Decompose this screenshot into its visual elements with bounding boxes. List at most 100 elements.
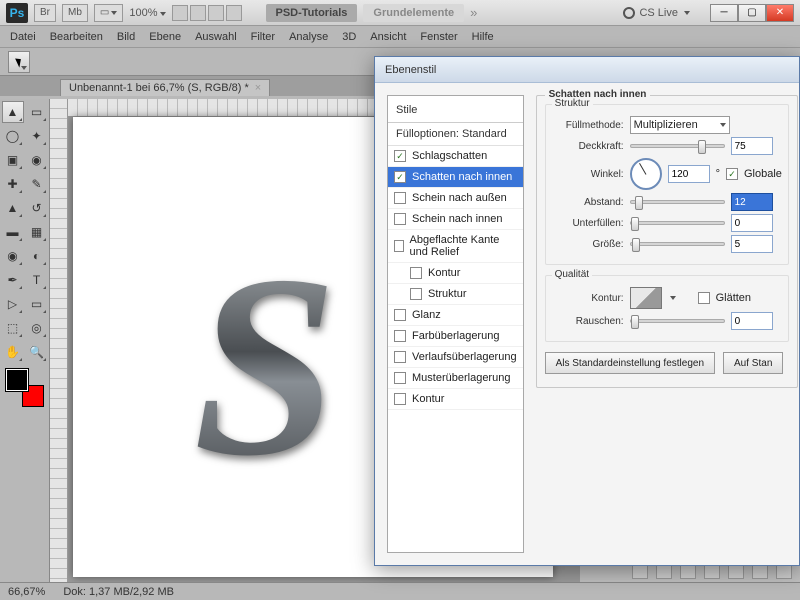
angle-input[interactable] [668, 165, 710, 183]
blendmode-combo[interactable]: Multiplizieren [630, 116, 730, 134]
gradient-tool[interactable]: ▦ [26, 221, 48, 243]
close-tab-icon[interactable]: × [255, 82, 261, 94]
style-checkbox[interactable] [394, 330, 406, 342]
style-checkbox[interactable]: ✓ [394, 150, 406, 162]
contour-picker[interactable] [630, 287, 662, 309]
dialog-titlebar[interactable]: Ebenenstil [375, 57, 799, 83]
zoom-tool[interactable]: 🔍 [26, 341, 48, 363]
distance-slider[interactable] [630, 200, 725, 204]
style-row[interactable]: Farbüberlagerung [388, 326, 523, 347]
choke-slider[interactable] [630, 221, 725, 225]
style-checkbox[interactable] [394, 309, 406, 321]
global-light-checkbox[interactable]: ✓ [726, 168, 738, 180]
choke-input[interactable] [731, 214, 773, 232]
eraser-tool[interactable]: ▬ [2, 221, 24, 243]
type-tool[interactable]: T [26, 269, 48, 291]
3d-cam-tool[interactable]: ◎ [26, 317, 48, 339]
maximize-button[interactable]: ▢ [738, 4, 766, 22]
menu-hilfe[interactable]: Hilfe [472, 31, 494, 43]
rotate-view-icon[interactable] [208, 5, 224, 21]
status-zoom[interactable]: 66,67% [8, 586, 45, 598]
foreground-color-swatch[interactable] [6, 369, 28, 391]
style-checkbox[interactable] [394, 240, 404, 252]
zoom-tool-icon[interactable] [190, 5, 206, 21]
menu-3d[interactable]: 3D [342, 31, 356, 43]
arrange-button[interactable]: ▭ [94, 4, 123, 22]
style-row[interactable]: Musterüberlagerung [388, 368, 523, 389]
hand-tool[interactable]: ✋ [2, 341, 24, 363]
adjustment-icon[interactable] [704, 565, 720, 579]
mask-icon[interactable] [680, 565, 696, 579]
folder-icon[interactable] [728, 565, 744, 579]
marquee-tool[interactable]: ▭ [26, 101, 48, 123]
style-row[interactable]: ✓Schatten nach innen [388, 167, 523, 188]
style-row[interactable]: Struktur [388, 284, 523, 305]
more-workspaces-icon[interactable]: » [470, 5, 477, 20]
menu-datei[interactable]: Datei [10, 31, 36, 43]
move-tool[interactable]: ▲ [2, 101, 24, 123]
set-default-button[interactable]: Als Standardeinstellung festlegen [545, 352, 715, 374]
style-checkbox[interactable] [394, 192, 406, 204]
crop-tool[interactable]: ▣ [2, 149, 24, 171]
menu-fenster[interactable]: Fenster [420, 31, 457, 43]
fx-icon[interactable] [656, 565, 672, 579]
blur-tool[interactable]: ◉ [2, 245, 24, 267]
status-doc-size[interactable]: Dok: 1,37 MB/2,92 MB [63, 586, 174, 598]
zoom-combo[interactable]: 100% [129, 7, 165, 19]
antialias-checkbox[interactable] [698, 292, 710, 304]
wand-tool[interactable]: ✦ [26, 125, 48, 147]
style-checkbox[interactable] [394, 393, 406, 405]
3d-tool[interactable]: ⬚ [2, 317, 24, 339]
fill-options-row[interactable]: Fülloptionen: Standard [388, 123, 523, 146]
new-layer-icon[interactable] [752, 565, 768, 579]
style-checkbox[interactable] [410, 267, 422, 279]
screen-mode-icon[interactable] [226, 5, 242, 21]
current-tool-icon[interactable] [8, 51, 30, 73]
history-brush-tool[interactable]: ↺ [26, 197, 48, 219]
bridge-button[interactable]: Br [34, 4, 56, 22]
style-row[interactable]: ✓Schlagschatten [388, 146, 523, 167]
brush-tool[interactable]: ✎ [26, 173, 48, 195]
heal-tool[interactable]: ✚ [2, 173, 24, 195]
style-checkbox[interactable]: ✓ [394, 171, 406, 183]
noise-slider[interactable] [630, 319, 725, 323]
style-row[interactable]: Glanz [388, 305, 523, 326]
minibridge-button[interactable]: Mb [62, 4, 88, 22]
trash-icon[interactable] [776, 565, 792, 579]
lasso-tool[interactable]: ◯ [2, 125, 24, 147]
path-select-tool[interactable]: ▷ [2, 293, 24, 315]
style-checkbox[interactable] [410, 288, 422, 300]
pen-tool[interactable]: ✒ [2, 269, 24, 291]
workspace-tab-psd[interactable]: PSD-Tutorials [266, 4, 358, 22]
stamp-tool[interactable]: ▲ [2, 197, 24, 219]
color-swatches[interactable] [6, 369, 44, 407]
workspace-tab-grund[interactable]: Grundelemente [363, 4, 464, 22]
reset-default-button[interactable]: Auf Stan [723, 352, 783, 374]
style-row[interactable]: Schein nach innen [388, 209, 523, 230]
style-row[interactable]: Schein nach außen [388, 188, 523, 209]
style-checkbox[interactable] [394, 351, 406, 363]
close-button[interactable]: ✕ [766, 4, 794, 22]
size-slider[interactable] [630, 242, 725, 246]
chevron-down-icon[interactable] [670, 296, 676, 300]
styles-header[interactable]: Stile [388, 96, 523, 123]
eyedropper-tool[interactable]: ◉ [26, 149, 48, 171]
document-tab[interactable]: Unbenannt-1 bei 66,7% (S, RGB/8) * × [60, 79, 270, 96]
opacity-input[interactable] [731, 137, 773, 155]
shape-tool[interactable]: ▭ [26, 293, 48, 315]
menu-bild[interactable]: Bild [117, 31, 135, 43]
style-row[interactable]: Kontur [388, 389, 523, 410]
menu-ansicht[interactable]: Ansicht [370, 31, 406, 43]
menu-bearbeiten[interactable]: Bearbeiten [50, 31, 103, 43]
opacity-slider[interactable] [630, 144, 725, 148]
link-icon[interactable] [632, 565, 648, 579]
style-checkbox[interactable] [394, 372, 406, 384]
style-row[interactable]: Abgeflachte Kante und Relief [388, 230, 523, 263]
menu-analyse[interactable]: Analyse [289, 31, 328, 43]
menu-filter[interactable]: Filter [251, 31, 275, 43]
hand-tool-icon[interactable] [172, 5, 188, 21]
distance-input[interactable] [731, 193, 773, 211]
angle-dial[interactable] [630, 158, 662, 190]
style-row[interactable]: Verlaufsüberlagerung [388, 347, 523, 368]
style-checkbox[interactable] [394, 213, 406, 225]
